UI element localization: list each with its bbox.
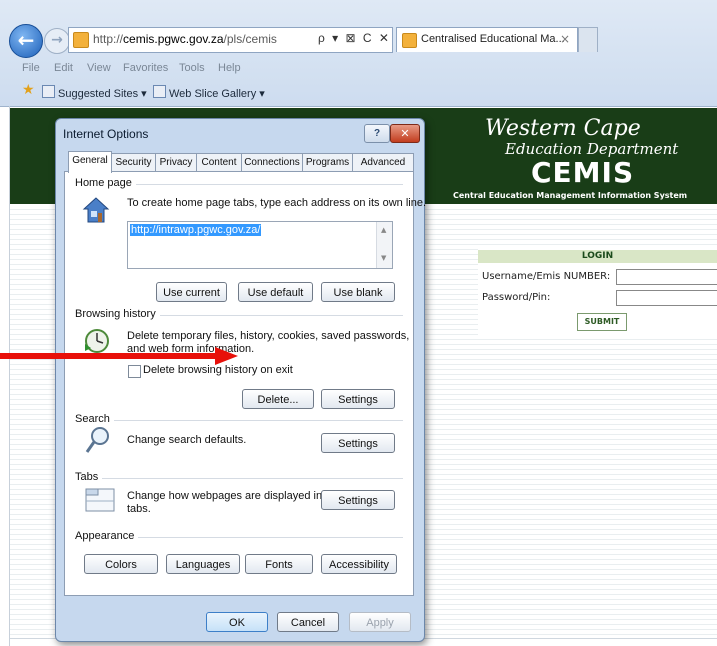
general-tab-panel: Home page To create home page tabs, type… (64, 171, 426, 596)
arrow-shaft (0, 353, 218, 359)
banner-acronym: CEMIS (531, 156, 635, 189)
arrow-head (215, 347, 238, 365)
accessibility-button[interactable]: Accessibility (321, 554, 397, 574)
section-divider (75, 478, 403, 479)
history-settings-button[interactable]: Settings (321, 389, 395, 409)
colors-button[interactable]: Colors (84, 554, 158, 574)
banner-full-name: Central Education Management Information… (453, 191, 688, 200)
tab-programs[interactable]: Programs (302, 153, 353, 172)
tab-content[interactable]: Content (196, 153, 242, 172)
web-slice-gallery-link[interactable]: Web Slice Gallery ▾ (153, 85, 265, 100)
address-url[interactable]: http://cemis.pgwc.gov.za/pls/cemis (93, 32, 277, 46)
red-arrow-annotation (0, 347, 238, 365)
languages-button[interactable]: Languages (166, 554, 240, 574)
home-page-url[interactable]: http://intrawp.pgwc.gov.za/ (130, 224, 262, 236)
cancel-button[interactable]: Cancel (277, 612, 339, 632)
password-label: Password/Pin: (482, 292, 551, 303)
address-bar[interactable]: http://cemis.pgwc.gov.za/pls/cemis ρ ▾ ⊠… (68, 27, 393, 53)
suggested-sites-link[interactable]: Suggested Sites ▾ (42, 85, 147, 100)
tab-connections[interactable]: Connections (241, 153, 303, 172)
username-label: Username/Emis NUMBER: (482, 271, 611, 282)
site-favicon-icon (73, 32, 89, 48)
url-path: /pls/cemis (223, 32, 277, 46)
new-tab-button[interactable] (578, 27, 598, 52)
magnifier-icon (85, 427, 109, 453)
menu-help[interactable]: Help (218, 62, 241, 74)
login-header: LOGIN (478, 250, 717, 263)
tab-advanced[interactable]: Advanced (352, 153, 414, 172)
apply-button[interactable]: Apply (349, 612, 411, 632)
menu-edit[interactable]: Edit (54, 62, 73, 74)
favorites-star-icon[interactable]: ★ (22, 82, 35, 98)
browsing-history-description-line1: Delete temporary files, history, cookies… (127, 330, 410, 342)
browser-tab[interactable]: Centralised Educational Ma... × (396, 27, 578, 52)
home-page-url-field[interactable]: http://intrawp.pgwc.gov.za/ ▲ ▼ (127, 221, 393, 269)
section-divider (75, 420, 403, 421)
menu-favorites[interactable]: Favorites (123, 62, 168, 74)
dialog-tab-bar: General Security Privacy Content Connect… (65, 151, 415, 173)
internet-options-dialog: Internet Options ? ✕ General Security Pr… (55, 118, 426, 642)
password-input[interactable] (616, 290, 717, 306)
page-icon (153, 85, 166, 98)
delete-history-button[interactable]: Delete... (242, 389, 314, 409)
address-tools-icons[interactable]: ρ ▾ ⊠ C ✕ (318, 31, 391, 45)
ok-button[interactable]: OK (206, 612, 268, 632)
menu-bar: File Edit View Favorites Tools Help (0, 58, 717, 78)
tabs-window-icon (85, 488, 115, 512)
search-description: Change search defaults. (127, 434, 247, 446)
submit-button[interactable]: SUBMIT (577, 313, 627, 331)
url-scheme: http:// (93, 32, 124, 46)
home-page-scrollbar[interactable]: ▲ ▼ (376, 222, 392, 268)
username-input[interactable] (616, 269, 717, 285)
scroll-up-icon[interactable]: ▲ (381, 226, 386, 234)
browsing-history-section-label: Browsing history (75, 308, 160, 320)
tab-general[interactable]: General (68, 151, 112, 173)
home-page-section-label: Home page (75, 177, 136, 189)
tabs-settings-button[interactable]: Settings (321, 490, 395, 510)
use-default-button[interactable]: Use default (238, 282, 313, 302)
tab-title: Centralised Educational Ma... (421, 33, 565, 45)
forward-arrow-icon: → (51, 32, 63, 48)
house-icon (82, 197, 110, 223)
menu-file[interactable]: File (22, 62, 40, 74)
tab-security[interactable]: Security (111, 153, 156, 172)
tab-close-icon[interactable]: × (560, 32, 570, 46)
search-section-label: Search (75, 413, 114, 425)
search-settings-button[interactable]: Settings (321, 433, 395, 453)
use-blank-button[interactable]: Use blank (321, 282, 395, 302)
tab-favicon-icon (402, 33, 417, 48)
forward-button[interactable]: → (44, 28, 70, 54)
fonts-button[interactable]: Fonts (245, 554, 313, 574)
tab-privacy[interactable]: Privacy (155, 153, 197, 172)
help-icon[interactable]: ? (364, 124, 390, 143)
page-icon (42, 85, 55, 98)
tabs-description-line1: Change how webpages are displayed in (127, 490, 323, 502)
url-domain: cemis.pgwc.gov.za (123, 32, 224, 46)
delete-history-on-exit-checkbox[interactable] (128, 365, 141, 378)
tabs-section-label: Tabs (75, 471, 103, 483)
menu-tools[interactable]: Tools (179, 62, 205, 74)
home-page-description: To create home page tabs, type each addr… (127, 197, 427, 209)
banner-title: Western Cape (485, 116, 641, 141)
scroll-down-icon[interactable]: ▼ (381, 254, 386, 262)
back-arrow-icon: ← (17, 28, 35, 52)
tabs-description-line2: tabs. (127, 503, 151, 515)
dialog-title: Internet Options (63, 127, 149, 141)
use-current-button[interactable]: Use current (156, 282, 227, 302)
back-button[interactable]: ← (9, 24, 43, 58)
close-icon[interactable]: ✕ (390, 124, 420, 143)
favorites-bar: ★ Suggested Sites ▾ Web Slice Gallery ▾ (0, 80, 717, 102)
menu-view[interactable]: View (87, 62, 111, 74)
appearance-section-label: Appearance (75, 530, 139, 542)
